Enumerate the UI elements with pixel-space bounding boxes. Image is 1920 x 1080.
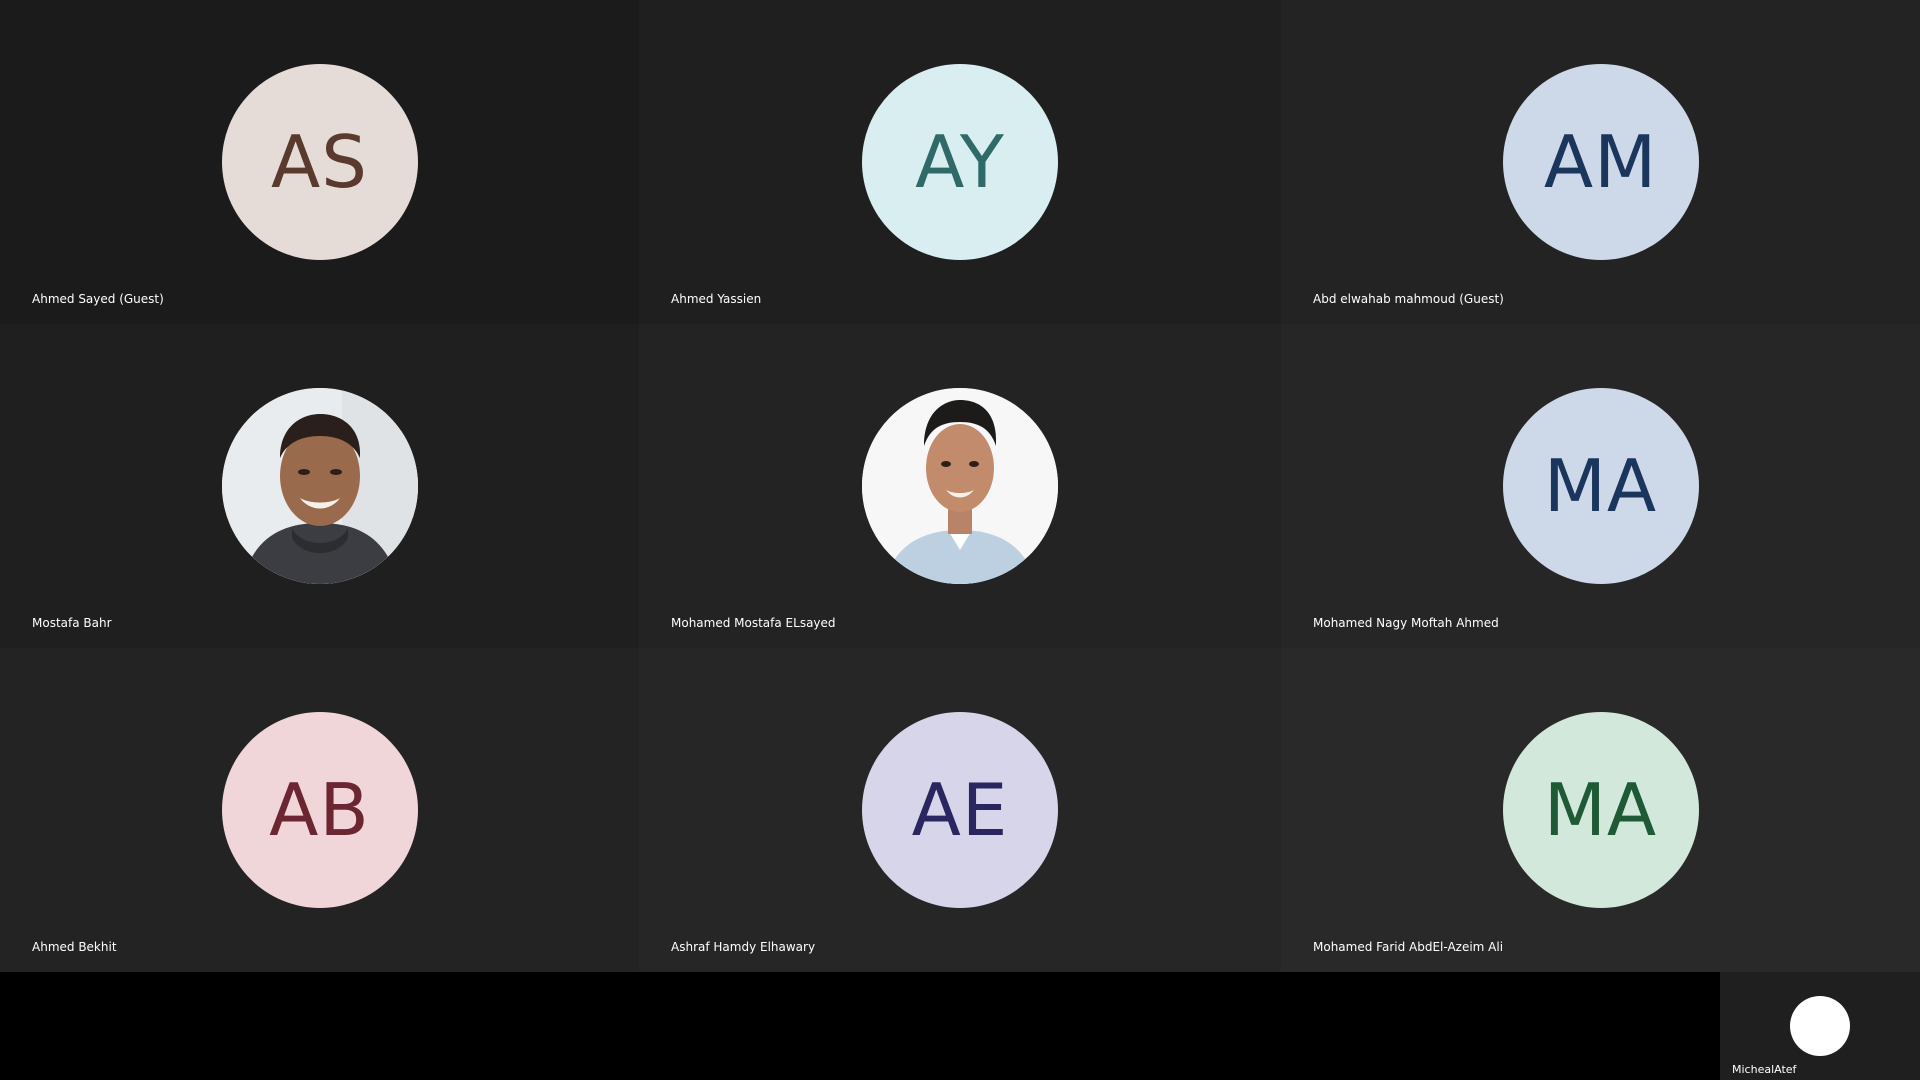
participant-name: Abd elwahab mahmoud (Guest) [1313, 292, 1504, 306]
participant-tile[interactable]: AM Abd elwahab mahmoud (Guest) [1281, 0, 1920, 324]
avatar: MA [1502, 388, 1699, 584]
participant-tile[interactable]: Mohamed Mostafa ELsayed [639, 324, 1281, 648]
avatar-initials: AY [915, 120, 1005, 204]
self-avatar [1790, 996, 1850, 1056]
participant-name: Mohamed Nagy Moftah Ahmed [1313, 616, 1499, 630]
avatar: AS [221, 64, 418, 260]
participant-name: Ahmed Sayed (Guest) [32, 292, 164, 306]
avatar-initials: AB [269, 768, 370, 852]
avatar: AM [1502, 64, 1699, 260]
participant-tile[interactable]: MA Mohamed Nagy Moftah Ahmed [1281, 324, 1920, 648]
self-view-name: MichealAtef [1732, 1063, 1797, 1076]
participant-name: Mohamed Mostafa ELsayed [671, 616, 836, 630]
participant-tile[interactable]: AY Ahmed Yassien [639, 0, 1281, 324]
person-photo-icon [221, 388, 418, 584]
avatar-initials: AM [1543, 120, 1658, 204]
avatar-photo [862, 388, 1058, 584]
avatar: AB [221, 712, 418, 908]
participant-tile[interactable]: AE Ashraf Hamdy Elhawary [639, 648, 1281, 972]
avatar-initials: MA [1543, 768, 1658, 852]
avatar-initials: AE [911, 768, 1009, 852]
person-photo-icon [862, 388, 1058, 584]
avatar-initials: AS [271, 120, 368, 204]
participant-name: Mostafa Bahr [32, 616, 112, 630]
participant-name: Ahmed Yassien [671, 292, 762, 306]
participant-tile[interactable]: AS Ahmed Sayed (Guest) [0, 0, 639, 324]
avatar: AY [862, 64, 1058, 260]
avatar: MA [1502, 712, 1699, 908]
participant-name: Ahmed Bekhit [32, 940, 117, 954]
participant-tile[interactable]: AB Ahmed Bekhit [0, 648, 639, 972]
participant-grid: AS Ahmed Sayed (Guest) AY Ahmed Yassien … [0, 0, 1920, 972]
participant-name: Mohamed Farid AbdEl-Azeim Ali [1313, 940, 1504, 954]
participant-tile[interactable]: Mostafa Bahr [0, 324, 639, 648]
participant-name: Ashraf Hamdy Elhawary [671, 940, 816, 954]
participant-tile[interactable]: MA Mohamed Farid AbdEl-Azeim Ali [1281, 648, 1920, 972]
avatar: AE [862, 712, 1058, 908]
avatar-photo [221, 388, 418, 584]
avatar-initials: MA [1543, 444, 1658, 528]
self-view-tile[interactable]: MichealAtef [1720, 972, 1920, 1080]
bottom-bar [0, 972, 1920, 1080]
